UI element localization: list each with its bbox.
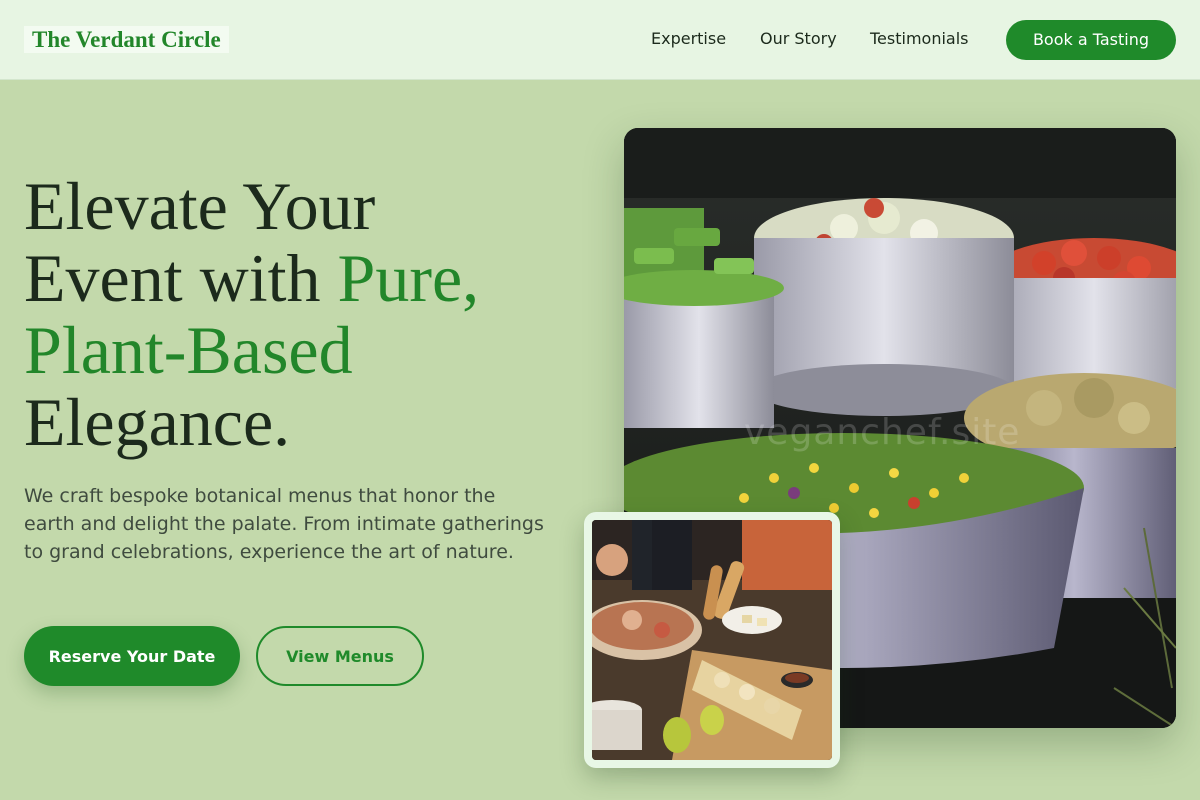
view-menus-button[interactable]: View Menus bbox=[256, 626, 424, 686]
image-watermark: veganchef.site bbox=[744, 412, 1021, 453]
hero-title-line-1: Elevate Your bbox=[24, 168, 376, 244]
hero-title: Elevate Your Event with Pure, Plant-Base… bbox=[24, 170, 584, 458]
book-tasting-button[interactable]: Book a Tasting bbox=[1006, 20, 1176, 60]
site-logo[interactable]: The Verdant Circle bbox=[24, 26, 229, 53]
inset-photo-card bbox=[584, 512, 840, 768]
hero-description: We craft bespoke botanical menus that ho… bbox=[24, 485, 544, 563]
nav-link-expertise[interactable]: Expertise bbox=[651, 29, 726, 49]
hero-title-line-2: Event with bbox=[24, 240, 338, 316]
inset-image-catering-table bbox=[592, 520, 832, 760]
nav-link-our-story[interactable]: Our Story bbox=[760, 29, 837, 49]
hero-title-accent-pure: Pure, bbox=[337, 240, 480, 316]
hero-title-accent-plant-based: Plant-Based bbox=[24, 312, 353, 388]
catering-table-photo bbox=[592, 520, 832, 760]
site-header: The Verdant Circle Expertise Our Story T… bbox=[0, 0, 1200, 80]
reserve-date-button[interactable]: Reserve Your Date bbox=[24, 626, 240, 686]
hero-title-line-4: Elegance. bbox=[24, 384, 291, 460]
nav-link-testimonials[interactable]: Testimonials bbox=[870, 29, 969, 49]
